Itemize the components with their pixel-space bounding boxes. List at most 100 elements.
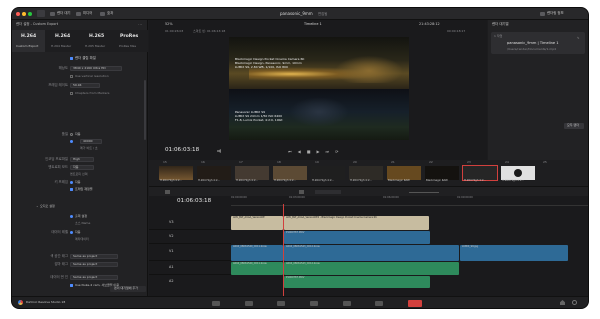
timeline-ruler[interactable]: 01:00:00:00 01:03:00:00 01:06:00:00 01:0… [231, 196, 588, 206]
zoom-slider[interactable] [409, 191, 439, 193]
v2-clip[interactable]: P1000787.MOV [284, 231, 430, 244]
clip-label: H.264 High 4:2... [312, 179, 334, 182]
cut-icon[interactable] [244, 300, 253, 306]
track-v3: ADV_BLT_AUAA_VersionDE ADV_BLT_AUAA_Vers… [231, 216, 588, 230]
preset-custom[interactable]: H.264 Custom Export [12, 30, 45, 52]
track-header-a1[interactable]: A1 [149, 262, 231, 275]
resolution-select[interactable]: 3840 x 2160 Ultra HD [70, 66, 122, 71]
clip-thumb[interactable] [349, 166, 383, 180]
volume-icon[interactable] [217, 149, 221, 153]
more-options-icon[interactable]: ⋯ [138, 22, 142, 27]
track-header-a2[interactable]: A2 [149, 276, 231, 288]
reverse-icon[interactable]: ◀ [298, 149, 301, 154]
profile-select[interactable]: High [70, 157, 94, 162]
clip-thumb[interactable] [159, 166, 193, 180]
job-card[interactable]: 1 작업 panasonic_9mm | Timeline 1 /Users/r… [491, 32, 585, 54]
home-icon[interactable] [560, 300, 565, 305]
right-info: 00:00:18:17 [447, 29, 466, 33]
entropy-select[interactable]: 자동 [70, 165, 94, 170]
toolbar-item-0[interactable]: 렌더 대기 [50, 11, 71, 16]
track-height-icon[interactable] [299, 190, 304, 194]
track-header-v1[interactable]: V1 [149, 245, 231, 261]
v3-clip-2[interactable]: ADV_BLT_AUAA_VersionDE2 - Blackmagic Des… [284, 216, 429, 230]
preset-name: Custom Export [16, 44, 39, 48]
preset-h264[interactable]: H.264 H.264 Master [46, 30, 79, 52]
v3-clip-1[interactable]: ADV_BLT_AUAA_VersionDE [231, 216, 283, 230]
clip-thumb[interactable] [501, 166, 535, 180]
toolbar-item-2[interactable]: 효과 [100, 11, 113, 16]
v1-clip-1[interactable]: A004_08061540_C011.braw [231, 245, 283, 261]
settings-row: 프레임 재정렬 [12, 187, 148, 193]
render-all-button[interactable]: 모두 렌더 [564, 123, 584, 129]
edit-icon[interactable] [277, 300, 286, 306]
marker-number: 23 [467, 160, 471, 164]
preset-name: H.265 Master [85, 44, 106, 48]
checkbox[interactable] [70, 75, 73, 78]
track-header-v2[interactable]: V2 [149, 231, 231, 244]
skip-start-icon[interactable]: ⏮ [288, 149, 292, 154]
clip-thumb[interactable] [311, 166, 345, 180]
checkbox[interactable] [70, 188, 73, 191]
clip-thumb[interactable] [197, 166, 231, 180]
radio[interactable] [70, 181, 73, 184]
a1-clip-1[interactable]: A004_08061540_C011.braw [231, 262, 283, 275]
playhead[interactable] [283, 204, 284, 296]
render-info-button[interactable]: 렌더링 정보 [540, 11, 564, 16]
checkbox[interactable] [70, 284, 73, 287]
clip-thumb[interactable] [235, 166, 269, 180]
scrollbar[interactable] [144, 80, 146, 140]
media-pool-button[interactable] [37, 10, 45, 17]
timeline-view-icon[interactable] [165, 190, 170, 194]
settings-section[interactable]: ⌄ 오디오 설정 [12, 204, 148, 210]
radio[interactable] [70, 133, 73, 136]
deliver-icon[interactable] [407, 299, 422, 307]
timeline-name[interactable]: Timeline 1 [304, 22, 322, 26]
v1-clip-2[interactable]: A004_08061543_C012.braw [284, 245, 459, 261]
skip-end-icon[interactable]: ⏭ [326, 149, 330, 154]
viewer-zoom[interactable]: 52% [165, 22, 173, 26]
framerate-select[interactable]: 59.94 [70, 83, 100, 88]
radio[interactable] [70, 215, 73, 218]
bitrate-input[interactable]: 40000 [80, 139, 102, 144]
clip-thumb[interactable] [425, 166, 459, 180]
gamma-select[interactable]: Same as project [70, 262, 118, 267]
media-icon[interactable] [212, 300, 220, 306]
a2-clip[interactable]: P1000787.MOV [284, 276, 430, 288]
minimize-dot[interactable] [22, 12, 26, 16]
radio[interactable] [70, 140, 73, 143]
colorspace-select[interactable]: Same as project [70, 254, 118, 259]
setting-label: 인코딩 프로파일 [45, 157, 68, 161]
toolbar-item-1[interactable]: 미디어 [76, 11, 92, 16]
fusion-icon[interactable] [309, 300, 318, 306]
viewer-panel: 52% Timeline 1 01:00:26:03 스마트 빈: 01:06:… [149, 20, 487, 160]
close-dot[interactable] [16, 12, 20, 16]
add-to-queue-button[interactable]: 렌더 대기열에 추가 [110, 286, 146, 292]
preset-name: H.264 Master [51, 44, 72, 48]
checkbox[interactable] [70, 57, 73, 60]
radio[interactable] [70, 231, 73, 234]
a1-clip-2[interactable]: A004_08061543_C012.braw [284, 262, 459, 275]
settings-icon[interactable] [572, 300, 577, 305]
stop-icon[interactable]: ■ [307, 149, 311, 154]
timeline-options-icon[interactable] [315, 190, 341, 194]
clip-thumb-selected[interactable] [463, 166, 497, 180]
clip-thumb[interactable] [387, 166, 421, 180]
zoom-dot[interactable] [28, 12, 32, 16]
render-queue-icon [50, 12, 55, 16]
loop-icon[interactable]: ⟳ [335, 149, 338, 154]
edit-icon[interactable]: ✎ [577, 36, 580, 40]
play-icon[interactable]: ▶ [316, 149, 319, 154]
checkbox[interactable] [70, 92, 73, 95]
settings-row: 프레임 레이트 59.94 [12, 83, 148, 89]
v1-clip-3[interactable]: LUMIX_S9.jpg [460, 245, 568, 261]
clip-name: A004_08061543_C012.braw [286, 262, 320, 265]
preset-prores[interactable]: ProRes ProRes Mas [114, 30, 148, 52]
clip-thumb[interactable] [273, 166, 307, 180]
marker-number: 19 [315, 160, 319, 164]
track-header-v3[interactable]: V3 [149, 216, 231, 230]
color-icon[interactable] [342, 300, 351, 306]
burnin-select[interactable]: Same as project [70, 275, 118, 280]
preset-h265[interactable]: H.265 H.265 Master [80, 30, 113, 52]
overlay-line: LUMIX S9, 2.84 WB, 1/100, ISO 800 [235, 65, 288, 69]
fairlight-icon[interactable] [375, 300, 384, 306]
